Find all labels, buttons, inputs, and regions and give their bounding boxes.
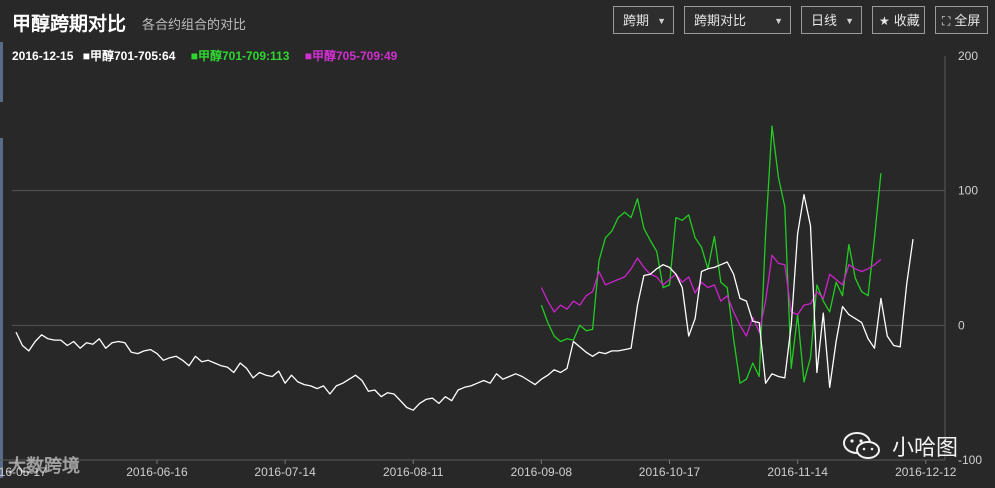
x-tick-label: 2016-06-16 [126, 465, 188, 479]
series-line-2 [540, 125, 882, 384]
watermark-text: 小哈图 [892, 435, 959, 460]
x-tick-label: 2016-07-14 [254, 465, 316, 479]
x-tick-label: 2016-09-08 [511, 465, 573, 479]
y-tick-label: 0 [958, 318, 965, 332]
series-line-1 [15, 194, 914, 411]
watermark-logo-text: 大数跨境 [8, 456, 80, 476]
x-tick-label: 2016-12-12 [895, 465, 957, 479]
series-line-3 [540, 254, 882, 337]
watermark-logo: 大数跨境 [8, 452, 80, 478]
x-tick-label: 2016-10-17 [639, 465, 701, 479]
line-chart: 2001000-1002016-05-172016-06-162016-07-1… [0, 49, 982, 479]
wechat-icon [843, 432, 880, 459]
y-tick-label: 100 [958, 184, 978, 198]
y-tick-label: 200 [958, 49, 978, 63]
x-tick-label: 2016-08-11 [383, 465, 444, 479]
x-tick-label: 2016-11-14 [767, 465, 828, 479]
y-tick-label: -100 [958, 453, 982, 467]
